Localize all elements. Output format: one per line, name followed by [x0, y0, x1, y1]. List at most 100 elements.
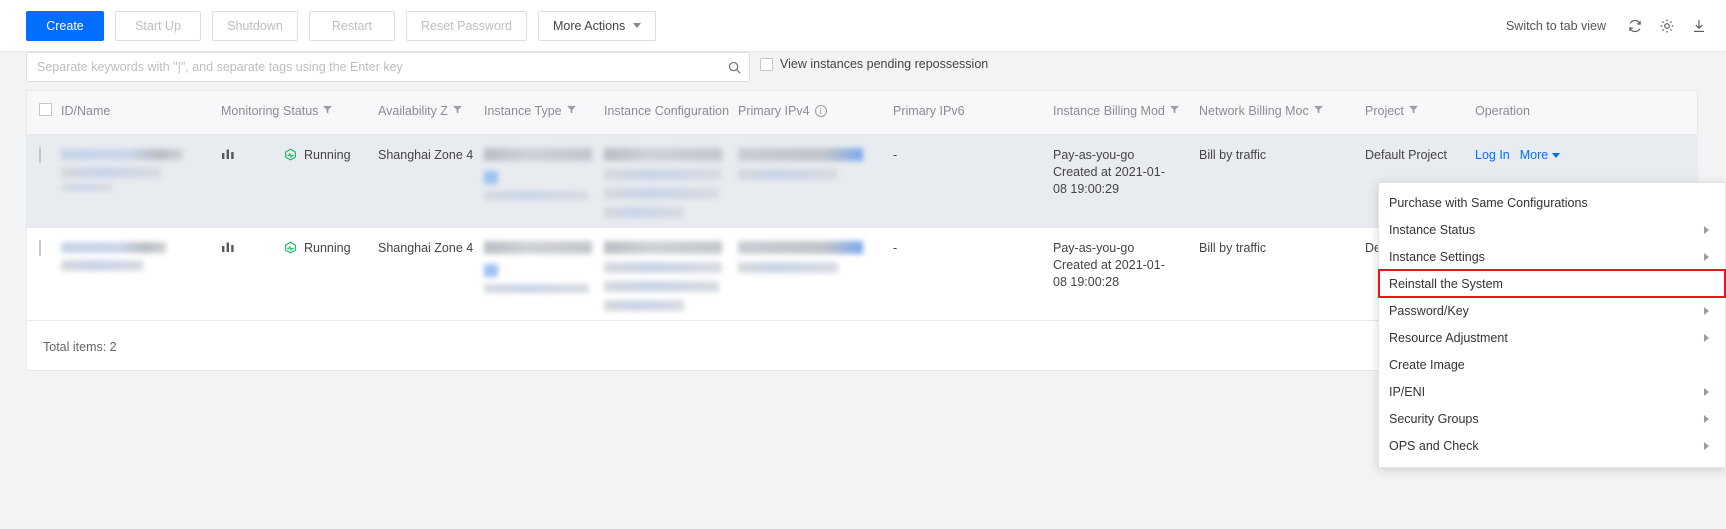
menu-item-label: Create Image [1389, 357, 1465, 372]
column-header-project[interactable]: Project [1365, 103, 1475, 119]
create-button[interactable]: Create [26, 10, 104, 41]
column-header-primary-ipv4: Primary IPv4 i [738, 103, 893, 119]
restart-button-label: Restart [331, 18, 373, 33]
pending-repossession-checkbox-wrap[interactable]: View instances pending repossession [760, 57, 988, 71]
redacted-instance-extra [61, 184, 113, 191]
column-header-operation: Operation [1475, 103, 1685, 119]
redacted-config-4 [604, 300, 684, 311]
chart-icon[interactable] [221, 147, 235, 161]
menu-item-ip-eni[interactable]: IP/ENI [1379, 378, 1725, 405]
filter-icon[interactable] [323, 105, 333, 114]
select-all-checkbox[interactable] [39, 103, 52, 116]
menu-item-purchase-with-same-configurations[interactable]: Purchase with Same Configurations [1379, 189, 1725, 216]
column-header-instance-billing-mode-label: Instance Billing Mod [1053, 104, 1165, 118]
total-items-label: Total items: 2 [43, 340, 117, 354]
column-header-network-billing-mode[interactable]: Network Billing Moc [1199, 103, 1365, 119]
column-header-monitoring-label: Monitoring [221, 104, 280, 118]
cell-project: Default Project [1365, 148, 1447, 162]
cell-primary-ipv4 [738, 147, 893, 180]
shutdown-button[interactable]: Shutdown [212, 10, 298, 41]
search-input[interactable] [27, 53, 719, 81]
menu-item-label: Instance Status [1389, 222, 1476, 237]
redacted-config-1 [604, 241, 722, 254]
column-header-primary-ipv6: Primary IPv6 [893, 103, 1053, 119]
cell-primary-ipv4 [738, 240, 893, 273]
chevron-right-icon [1704, 252, 1709, 261]
redacted-instance-type-3 [484, 191, 589, 200]
pending-repossession-checkbox[interactable] [760, 57, 773, 71]
pending-repossession-label: View instances pending repossession [780, 57, 989, 71]
more-actions-button[interactable]: More Actions [538, 10, 657, 41]
cell-monitoring[interactable] [221, 147, 283, 166]
chevron-right-icon [1704, 441, 1709, 450]
column-header-instance-configuration: Instance Configuration [604, 103, 738, 119]
chart-icon[interactable] [221, 240, 235, 254]
shutdown-button-label: Shutdown [227, 18, 283, 33]
cell-id-name[interactable] [61, 147, 221, 191]
menu-item-security-groups[interactable]: Security Groups [1379, 405, 1725, 432]
column-header-project-label: Project [1365, 104, 1404, 118]
redacted-config-2 [604, 169, 722, 180]
menu-item-label: IP/ENI [1389, 384, 1426, 399]
menu-item-instance-status[interactable]: Instance Status [1379, 216, 1725, 243]
cell-status: Running [283, 240, 378, 257]
redacted-config-4 [604, 207, 684, 218]
chevron-down-icon [1552, 153, 1561, 159]
redacted-config-3 [604, 281, 719, 292]
redacted-config-3 [604, 188, 719, 199]
select-all-header[interactable] [27, 103, 61, 116]
menu-item-instance-settings[interactable]: Instance Settings [1379, 243, 1725, 270]
cell-network-billing-mode: Bill by traffic [1199, 241, 1267, 255]
cell-monitoring[interactable] [221, 240, 283, 259]
row-checkbox[interactable] [39, 240, 41, 256]
redacted-instance-name [61, 167, 161, 178]
filter-icon[interactable] [1169, 105, 1179, 114]
log-in-link[interactable]: Log In [1475, 147, 1510, 164]
row-checkbox[interactable] [39, 147, 41, 163]
column-header-instance-billing-mode[interactable]: Instance Billing Mod [1053, 103, 1199, 119]
menu-item-reinstall-the-system[interactable]: Reinstall the System [1378, 269, 1726, 298]
switch-to-tab-view-link[interactable]: Switch to tab view [1506, 19, 1606, 33]
redacted-config-2 [604, 262, 722, 273]
chevron-down-icon [633, 23, 642, 28]
info-icon[interactable]: i [814, 105, 827, 117]
cell-network-billing-mode: Bill by traffic [1199, 148, 1267, 162]
row-select-cell[interactable] [27, 240, 61, 257]
cell-id-name[interactable] [61, 240, 221, 271]
gear-icon[interactable] [1658, 17, 1676, 35]
billing-mode-label: Pay-as-you-go [1053, 241, 1135, 255]
menu-item-label: Purchase with Same Configurations [1389, 195, 1588, 210]
redacted-instance-type-3 [484, 284, 589, 293]
column-header-instance-type[interactable]: Instance Type [484, 103, 604, 119]
menu-item-label: Password/Key [1389, 303, 1469, 318]
restart-button[interactable]: Restart [309, 10, 395, 41]
column-header-monitoring: Monitoring [221, 103, 283, 119]
search-icon[interactable] [719, 60, 749, 75]
filter-icon[interactable] [1408, 105, 1418, 114]
column-header-status[interactable]: Status [283, 103, 378, 119]
menu-item-resource-adjustment[interactable]: Resource Adjustment [1379, 324, 1725, 351]
menu-item-ops-and-check[interactable]: OPS and Check [1379, 432, 1725, 459]
search-box[interactable] [26, 52, 750, 82]
cell-status: Running [283, 147, 378, 164]
more-dropdown-label: More [1519, 148, 1549, 162]
menu-item-password-key[interactable]: Password/Key [1379, 297, 1725, 324]
chevron-right-icon [1704, 333, 1709, 342]
menu-item-create-image[interactable]: Create Image [1379, 351, 1725, 378]
more-dropdown-link[interactable]: More [1519, 147, 1561, 164]
start-up-button[interactable]: Start Up [115, 10, 201, 41]
toolbar-buttons: Create Start Up Shutdown Restart Reset P… [0, 10, 667, 41]
row-select-cell[interactable] [27, 147, 61, 164]
create-button-label: Create [46, 18, 84, 33]
menu-item-label: Security Groups [1389, 411, 1479, 426]
column-header-availability-zone[interactable]: Availability Z [378, 103, 484, 119]
running-icon [283, 241, 298, 256]
refresh-icon[interactable] [1626, 17, 1644, 35]
download-icon[interactable] [1690, 17, 1708, 35]
reset-password-button[interactable]: Reset Password [406, 10, 528, 41]
filter-icon[interactable] [566, 105, 576, 114]
filter-icon[interactable] [452, 105, 462, 114]
filter-icon[interactable] [1313, 105, 1323, 114]
column-header-instance-configuration-label: Instance Configuration [604, 104, 730, 118]
search-row: View instances pending repossession [0, 52, 1726, 85]
